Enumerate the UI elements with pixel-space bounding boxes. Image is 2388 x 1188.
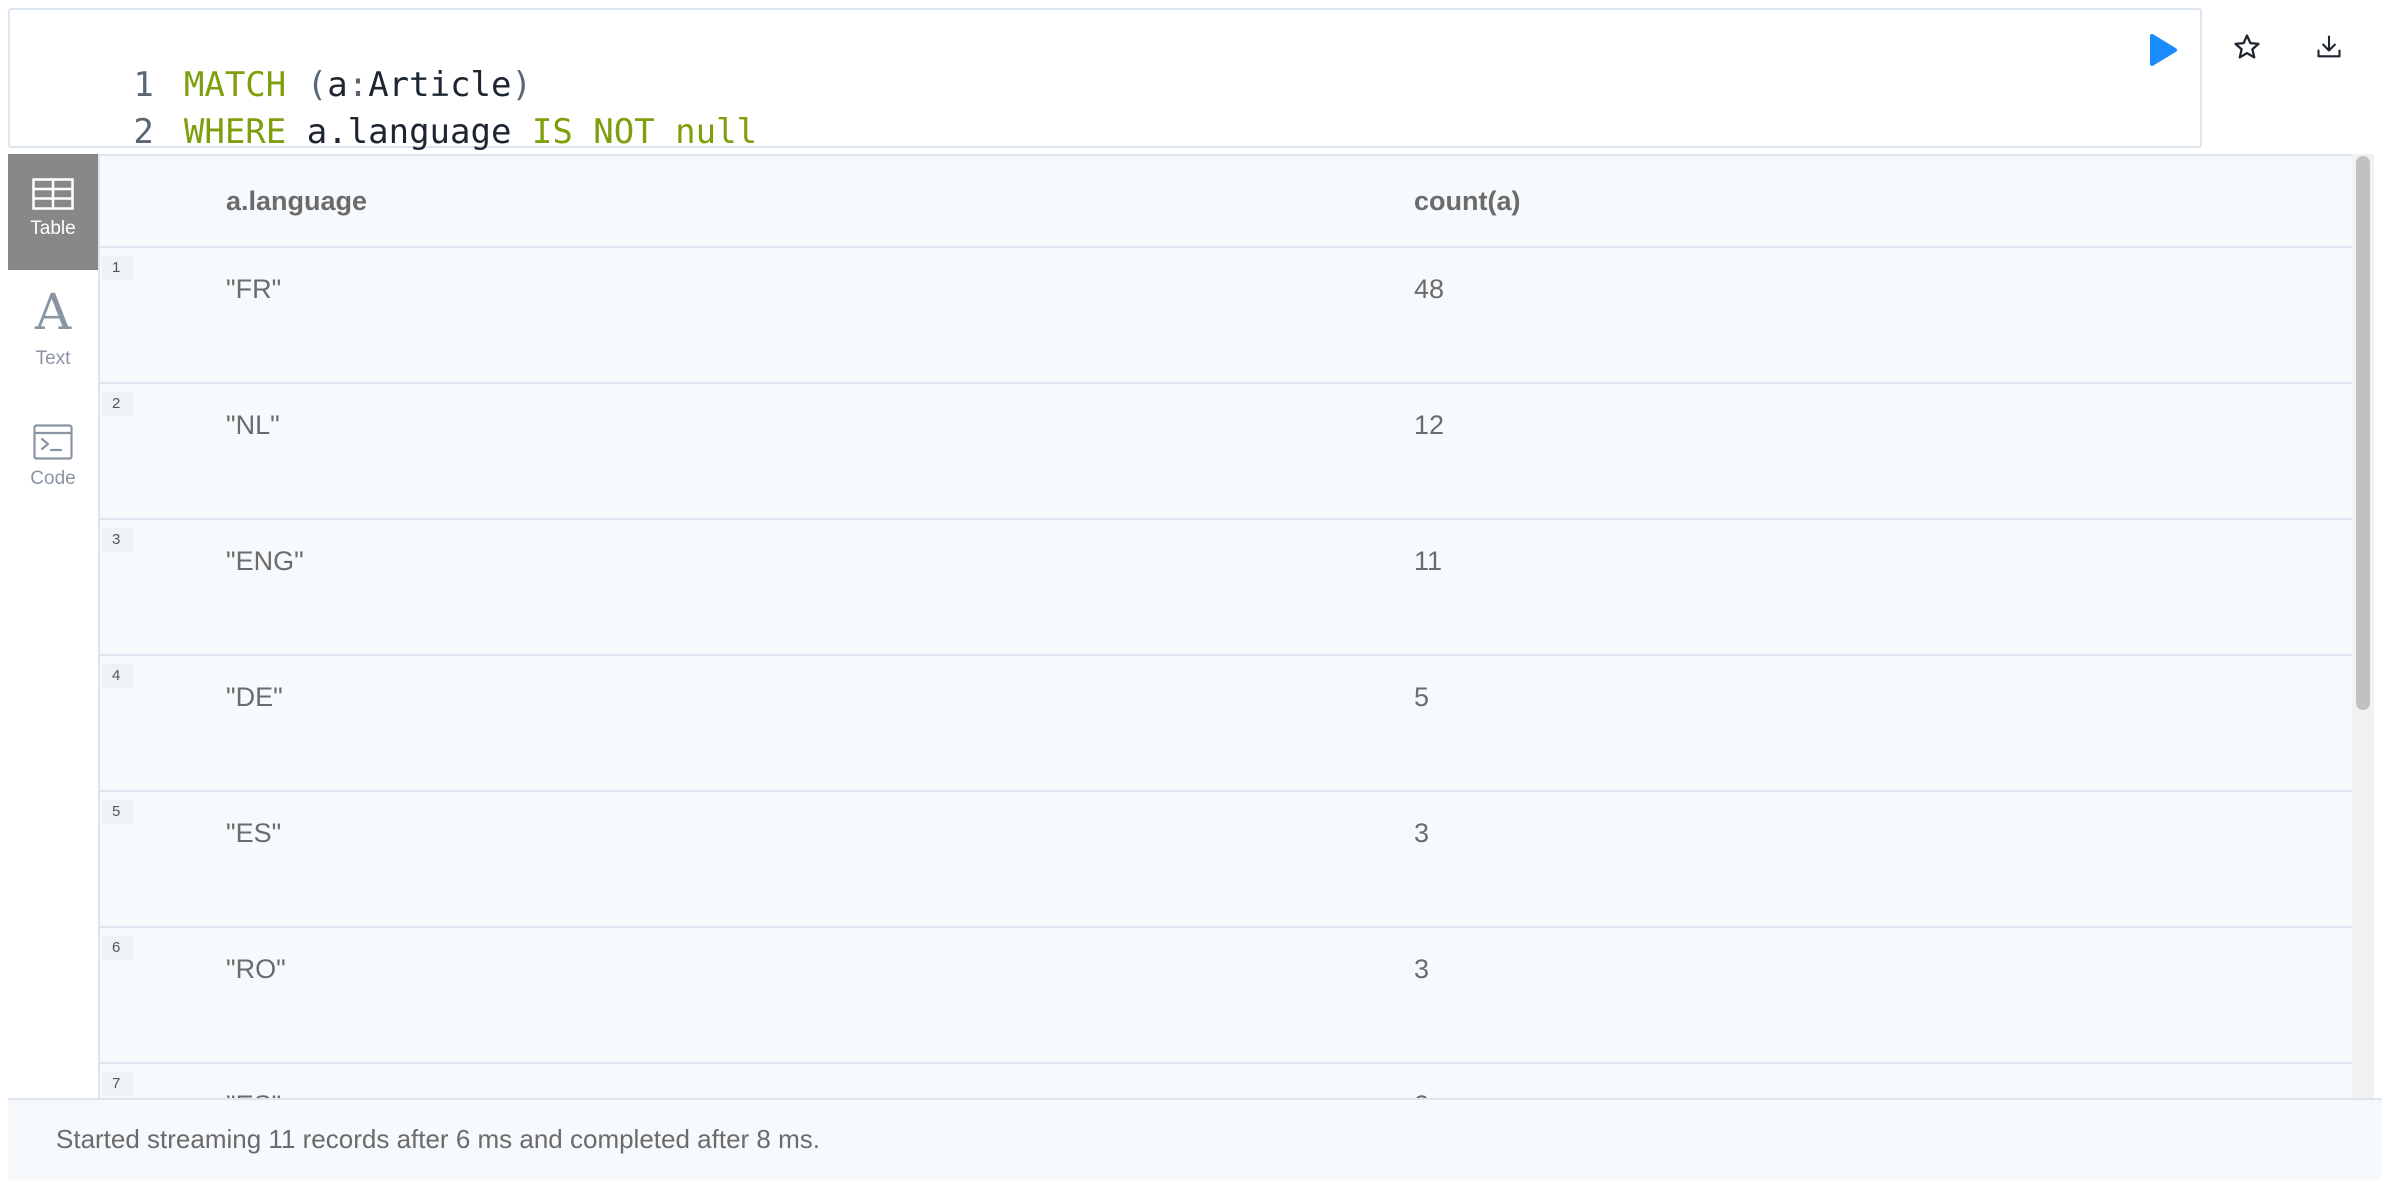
row-index: 1: [102, 256, 134, 280]
row-index: 6: [102, 936, 134, 960]
code-line-2[interactable]: 2 WHERE a.language IS NOT null: [10, 63, 757, 152]
column-header-language: a.language: [226, 186, 368, 216]
tab-table[interactable]: Table: [8, 154, 98, 270]
code-icon: [33, 424, 73, 460]
code-line-3[interactable]: 3RETURN a.language, count(a) ORDER BY co…: [10, 110, 1228, 199]
cell-language: "FR": [226, 274, 282, 304]
tab-text-label: Text: [35, 348, 71, 369]
table-row: 2 "NL" 12: [100, 384, 2352, 520]
status-message: Started streaming 11 records after 6 ms …: [56, 1124, 820, 1154]
cell-count: 11: [1414, 546, 1443, 576]
table-icon: [32, 178, 74, 210]
result-frame: Table A Text Code a.language count(a) 1 …: [8, 154, 2382, 1180]
cell-count: 12: [1414, 410, 1445, 440]
cell-count: 3: [1414, 954, 1430, 984]
scrollbar-thumb[interactable]: [2356, 156, 2370, 710]
cell-count: 2: [1414, 1090, 1429, 1098]
cell-language: "ES": [226, 1090, 281, 1098]
cell-language: "ES": [226, 818, 282, 848]
table-row: 7 "ES" 2: [100, 1064, 2352, 1098]
cell-language: "ENG": [226, 546, 304, 576]
result-table: a.language count(a) 1 "FR" 48 2 "NL" 1 2 …: [98, 154, 2352, 1098]
query-editor[interactable]: 1 MATCH (a:Article) 2 WHERE a.language IS …: [8, 8, 2202, 199]
download-button[interactable]: [2302, 22, 2356, 72]
favorite-button[interactable]: [2222, 22, 2272, 72]
star-icon: [2234, 34, 2260, 59]
code-line-1[interactable]: 1 MATCH (a:Article): [10, 16, 532, 105]
table-row: 4 "DE" 5: [100, 656, 2352, 792]
tab-code-label: Code: [30, 468, 76, 489]
table-row: 3 "ENG" 11: [100, 520, 2352, 656]
table-row: 1 "FR" 48: [100, 248, 2352, 384]
text-icon: A: [34, 283, 72, 341]
tab-table-label: Table: [30, 218, 76, 239]
row-index: 7: [102, 1072, 134, 1096]
cell-language: "DE": [226, 682, 283, 712]
table-header: a.language count(a): [100, 156, 2352, 248]
play-icon: [2150, 34, 2177, 66]
cell-language: "NL": [226, 410, 280, 440]
table-row: 5 "ES" 3: [100, 792, 2352, 928]
cell-count: 48: [1414, 274, 1445, 304]
tab-code[interactable]: Code: [8, 404, 98, 514]
table-row: 6 "RO" 3: [100, 928, 2352, 1064]
column-header-count: count(a): [1414, 186, 1521, 216]
view-sidebar: Table A Text Code: [8, 154, 98, 1098]
cell-count: 5: [1414, 682, 1430, 712]
row-index: 4: [102, 664, 134, 688]
tab-text[interactable]: A Text: [8, 284, 98, 394]
row-index: 5: [102, 800, 134, 824]
cell-count: 3: [1414, 818, 1430, 848]
row-index: 3: [102, 528, 134, 552]
run-query-button[interactable]: [2138, 22, 2188, 78]
download-icon: [2317, 35, 2341, 58]
cell-language: "RO": [226, 954, 286, 984]
row-index: 2: [102, 392, 134, 416]
table-scrollbar[interactable]: [2352, 154, 2374, 1098]
status-bar: Started streaming 11 records after 6 ms …: [8, 1098, 2382, 1180]
